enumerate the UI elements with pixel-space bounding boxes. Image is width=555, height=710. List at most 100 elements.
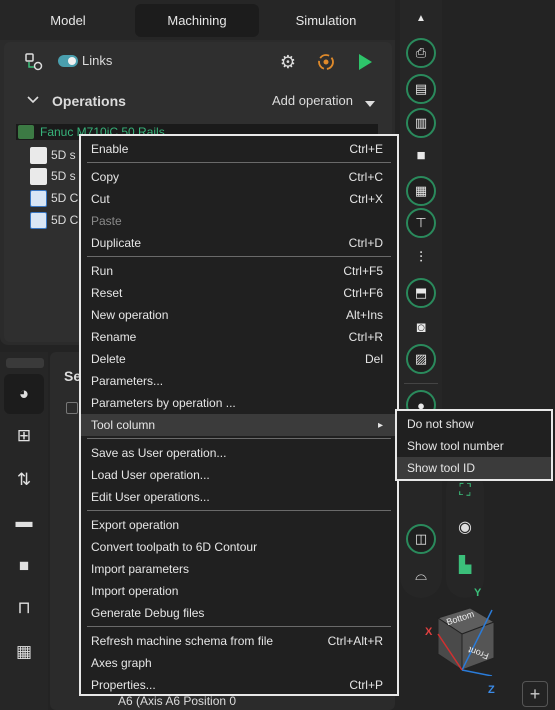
menu-item-label: Run [91, 264, 114, 278]
clamp-icon[interactable]: ⊓ [12, 596, 36, 620]
tab-simulation[interactable]: Simulation [264, 4, 388, 37]
submenu-item-do-not-show[interactable]: Do not show [397, 413, 551, 435]
box-icon[interactable]: ■ [12, 554, 36, 578]
menu-item-label: Reset [91, 286, 123, 300]
menu-item-shortcut: Ctrl+P [349, 678, 383, 692]
checkbox[interactable] [66, 402, 78, 414]
menu-separator [87, 256, 391, 257]
endmill-icon[interactable]: ⊤ [406, 208, 436, 238]
links-toggle[interactable] [58, 55, 78, 67]
menu-item-label: Parameters by operation ... [91, 396, 236, 410]
drill-icon[interactable]: ⫶ [408, 244, 434, 270]
tab-model[interactable]: Model [6, 4, 130, 37]
sphere-icon[interactable]: ◉ [452, 514, 478, 540]
menu-item-label: Parameters... [91, 374, 164, 388]
refresh-target-icon[interactable] [316, 52, 336, 72]
menu-item-label: Import operation [91, 584, 179, 598]
menu-item-label: Paste [91, 214, 122, 228]
tab-machining[interactable]: Machining [135, 4, 259, 37]
menu-item-shortcut: Del [364, 352, 383, 366]
cylinder-icon[interactable]: ⌓ [408, 562, 434, 588]
tree-item-label: 5D s [51, 169, 76, 183]
tool-change-icon[interactable]: ⬒ [406, 278, 436, 308]
menu-item-properties[interactable]: Properties... Ctrl+P [91, 674, 383, 696]
menu-item-shortcut: Ctrl+F6 [343, 286, 383, 300]
tool-column-submenu: Do not show Show tool number Show tool ID [395, 409, 553, 481]
menu-separator [87, 510, 391, 511]
axis-row-label: A6 (Axis A6 Position 0 [118, 694, 237, 708]
link-nodes-icon[interactable] [24, 52, 44, 72]
stock-icon[interactable]: ▬ [12, 510, 36, 534]
menu-item-new-operation[interactable]: New operation Alt+Ins [91, 304, 383, 326]
menu-item-run[interactable]: Run Ctrl+F5 [91, 260, 383, 282]
tree-item-label: 5D C [51, 213, 79, 227]
menu-item-tool-column[interactable]: Tool column ▸ [81, 414, 397, 436]
machine-icon[interactable]: ◙ [408, 314, 434, 340]
menu-item-generate-debug-files[interactable]: Generate Debug files [91, 602, 383, 624]
tool-holder-icon[interactable]: ▤ [406, 74, 436, 104]
menu-item-export-operation[interactable]: Export operation [91, 514, 383, 536]
add-view-button[interactable]: + [522, 681, 548, 707]
layers-icon[interactable]: ▦ [12, 640, 36, 664]
menu-item-load-user-operation[interactable]: Load User operation... [91, 464, 383, 486]
menu-item-label: Import parameters [91, 562, 190, 576]
tree-item[interactable]: 5D C [30, 210, 78, 230]
menu-item-parameters[interactable]: Parameters... [91, 370, 383, 392]
tree-item[interactable]: 5D C [30, 188, 78, 208]
menu-item-label: Duplicate [91, 236, 142, 250]
contour-operation-icon [30, 211, 47, 229]
menu-item-save-as-user-operation[interactable]: Save as User operation... [91, 442, 383, 464]
menu-item-label: Enable [91, 142, 129, 156]
menu-item-rename[interactable]: Rename Ctrl+R [91, 326, 383, 348]
menu-item-paste[interactable]: Paste [91, 210, 383, 232]
menu-item-axes-graph[interactable]: Axes graph [91, 652, 383, 674]
pie-chart-icon[interactable]: ◕ [12, 382, 36, 406]
menu-item-import-parameters[interactable]: Import parameters [91, 558, 383, 580]
transform-icon[interactable]: ⇅ [12, 468, 36, 492]
submenu-item-show-tool-id[interactable]: Show tool ID [397, 457, 551, 479]
menu-item-edit-user-operations[interactable]: Edit User operations... [91, 486, 383, 508]
left-toolbar-handle [6, 358, 44, 368]
menu-item-label: Delete [91, 352, 126, 366]
menu-item-label: New operation [91, 308, 169, 322]
menu-item-import-operation[interactable]: Import operation [91, 580, 383, 602]
menu-item-refresh-machine-schema-from-file[interactable]: Refresh machine schema from file Ctrl+Alt… [91, 630, 383, 652]
tree-item[interactable]: 5D s [30, 166, 76, 186]
menu-separator [87, 626, 391, 627]
menu-item-reset[interactable]: Reset Ctrl+F6 [91, 282, 383, 304]
menu-item-parameters-by-operation[interactable]: Parameters by operation ... [91, 392, 383, 414]
tree-item[interactable]: 5D s [30, 145, 76, 165]
operation-icon [30, 146, 47, 164]
add-operation-button[interactable]: Add operation [272, 93, 353, 108]
axis-y-label: Y [474, 587, 482, 599]
view-mode-icon[interactable]: ▙ [452, 552, 478, 578]
scroll-up-icon[interactable]: ▲ [408, 5, 434, 31]
submenu-item-show-tool-number[interactable]: Show tool number [397, 435, 551, 457]
menu-item-label: Rename [91, 330, 137, 344]
surface-icon[interactable]: ◫ [406, 524, 436, 554]
gear-icon[interactable]: ⚙ [278, 52, 298, 72]
menu-item-copy[interactable]: Copy Ctrl+C [91, 166, 383, 188]
menu-item-convert-toolpath-to-6d-contour[interactable]: Convert toolpath to 6D Contour [91, 536, 383, 558]
menu-item-enable[interactable]: Enable Ctrl+E [91, 138, 383, 160]
menu-item-label: Properties... [91, 678, 156, 692]
tree-item-label: 5D C [51, 191, 79, 205]
menu-item-duplicate[interactable]: Duplicate Ctrl+D [91, 232, 383, 254]
hatch-icon[interactable]: ▨ [406, 344, 436, 374]
printer-icon[interactable]: ⎙ [406, 38, 436, 68]
dropdown-arrow-icon[interactable] [364, 97, 376, 107]
fit-view-icon[interactable]: ⛶ [452, 478, 478, 504]
workpiece-icon[interactable]: ▦ [406, 176, 436, 206]
menu-item-label: Generate Debug files [91, 606, 205, 620]
stock-box-icon[interactable]: ■ [408, 142, 434, 168]
menu-item-shortcut: Alt+Ins [345, 308, 383, 322]
chevron-down-icon[interactable] [26, 94, 40, 106]
fixture-icon[interactable]: ⊞ [12, 424, 36, 448]
menu-item-cut[interactable]: Cut Ctrl+X [91, 188, 383, 210]
tool-stack-icon[interactable]: ▥ [406, 108, 436, 138]
play-icon[interactable] [356, 53, 374, 71]
menu-item-label: Convert toolpath to 6D Contour [91, 540, 258, 554]
tree-item-label: 5D s [51, 148, 76, 162]
menu-item-delete[interactable]: Delete Del [91, 348, 383, 370]
robot-icon [18, 125, 34, 139]
